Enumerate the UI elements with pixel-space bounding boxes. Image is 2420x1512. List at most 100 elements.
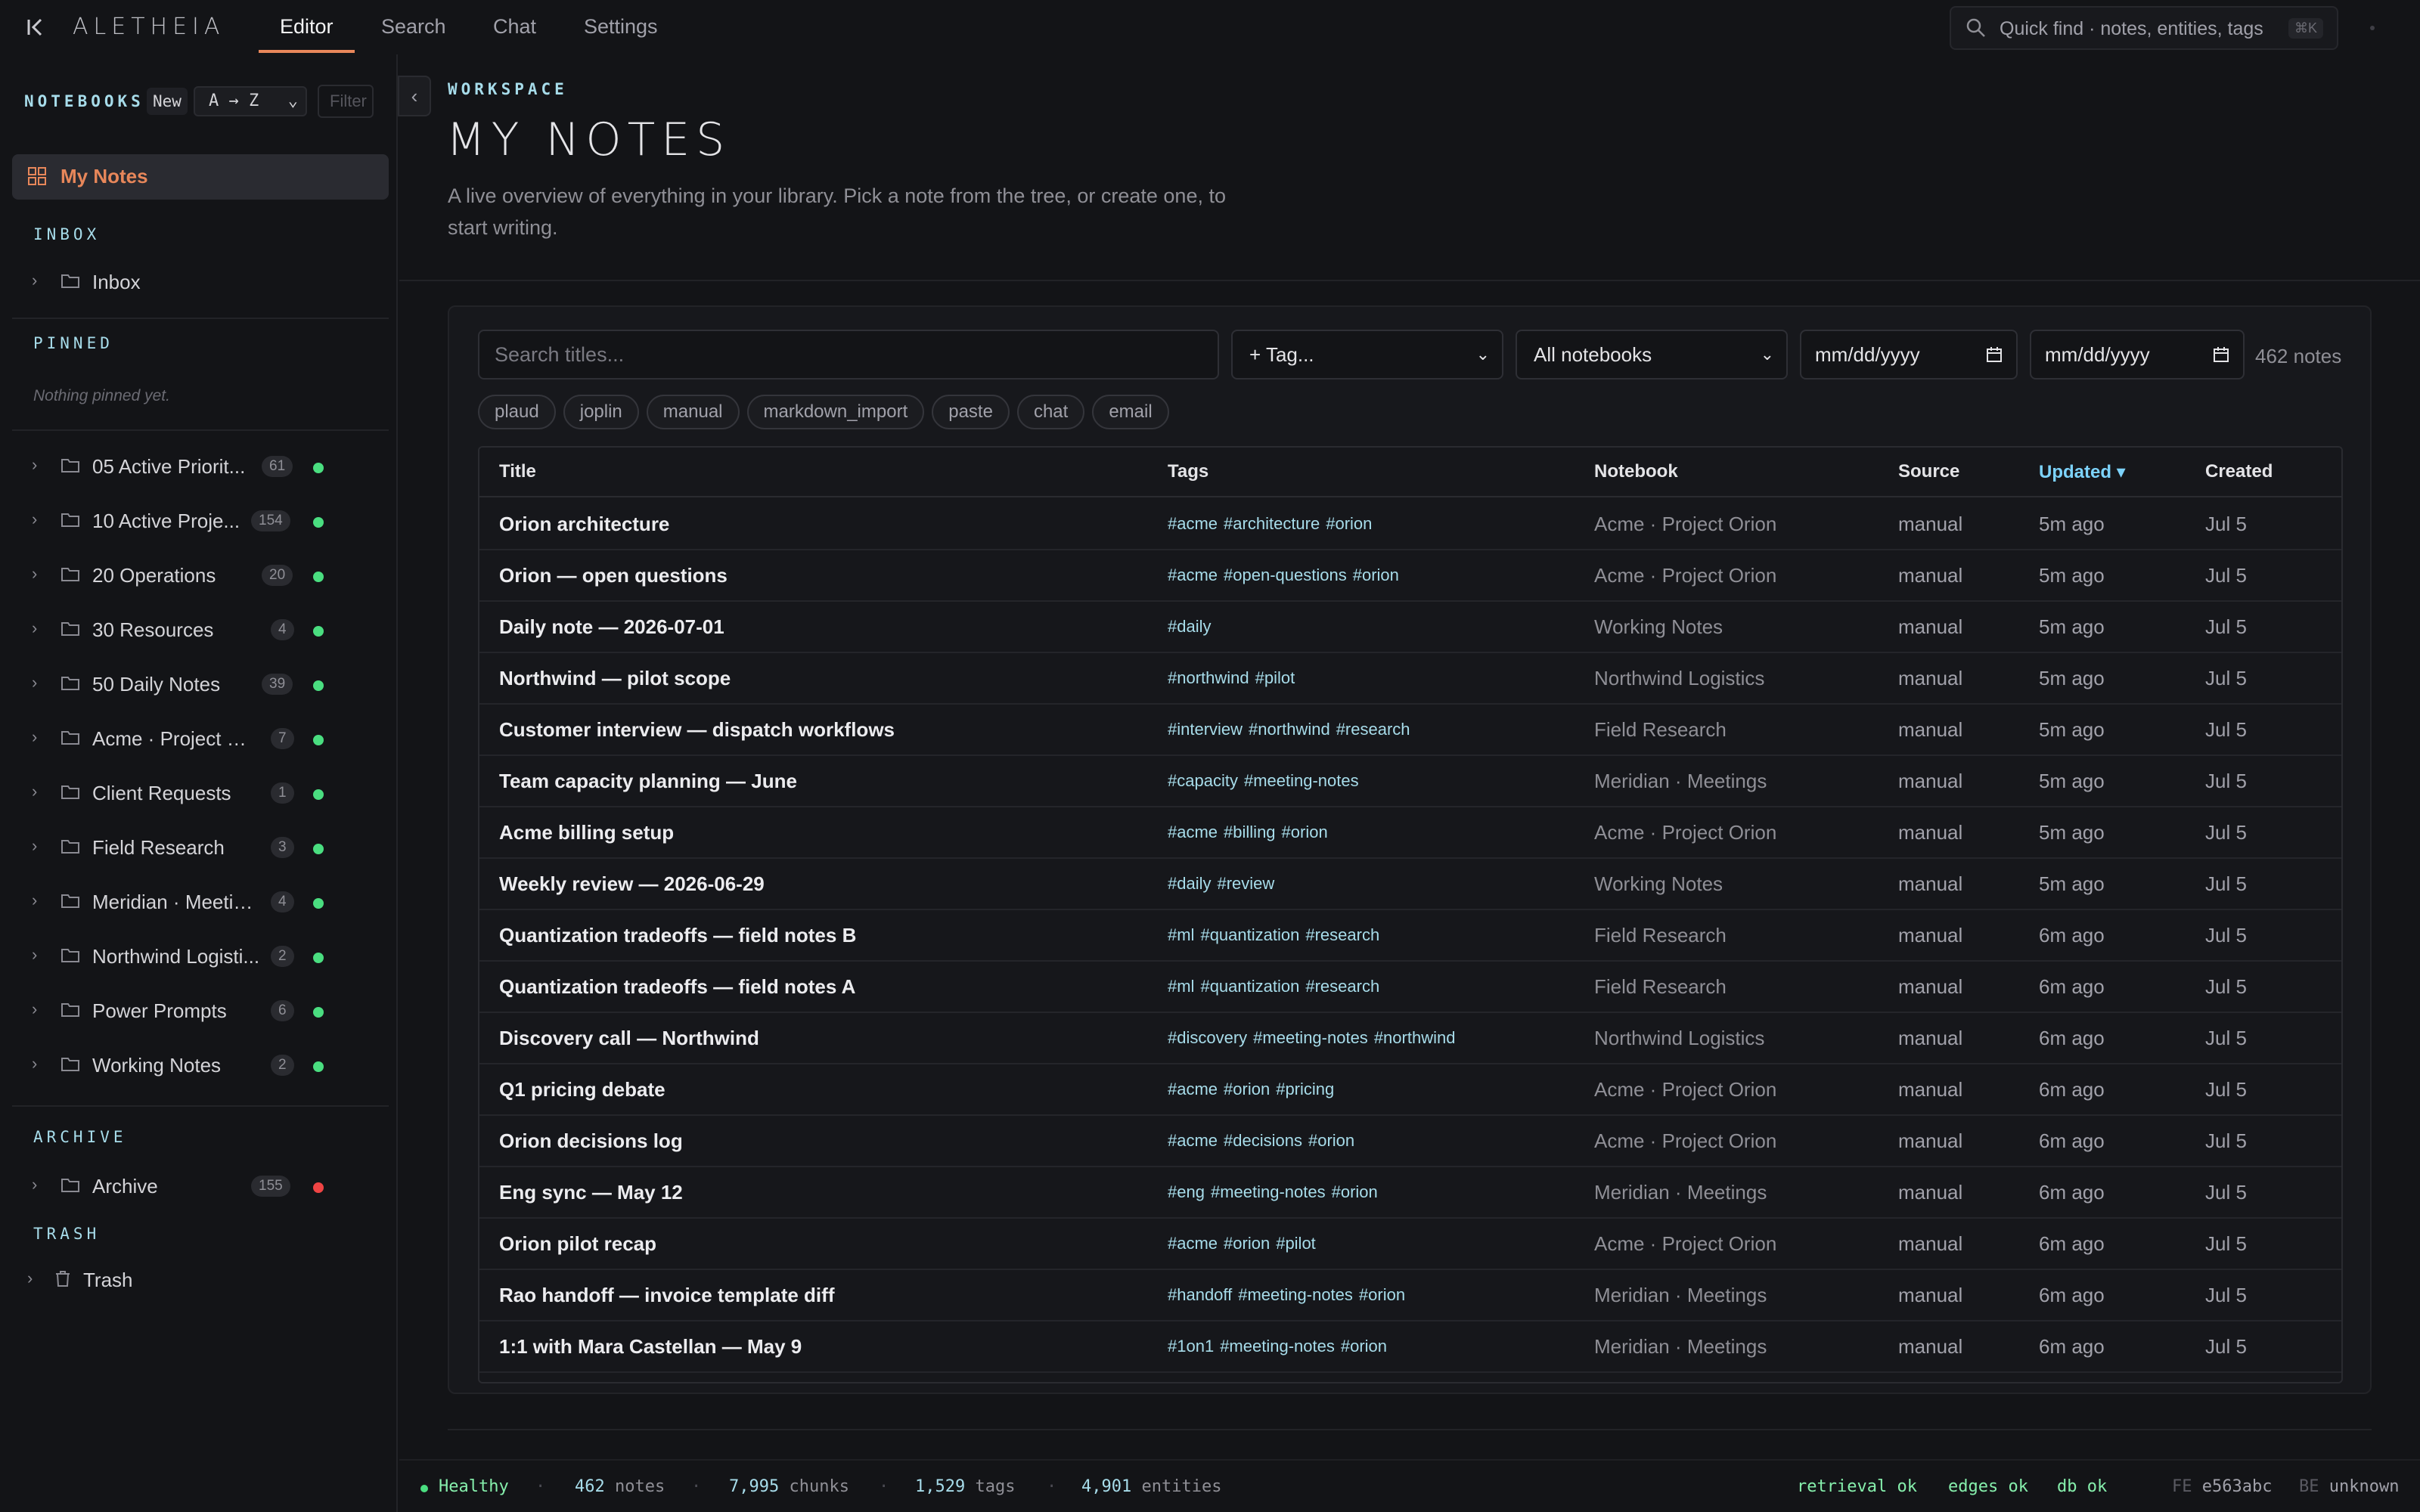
sidebar-notebook-item[interactable]: › Acme · Project Or... 7 xyxy=(0,715,393,762)
source-chip[interactable]: markdown_import xyxy=(746,395,925,429)
date-from-input[interactable]: mm/dd/yyyy xyxy=(1800,330,2018,380)
tag-link[interactable]: #capacity xyxy=(1168,771,1238,790)
tag-link[interactable]: #acme xyxy=(1168,565,1218,584)
column-header-notebook[interactable]: Notebook xyxy=(1594,461,1678,482)
tag-link[interactable]: #ml xyxy=(1168,925,1194,944)
sidebar-notebook-item[interactable]: › Meridian · Meetin... 4 xyxy=(0,878,393,925)
tag-link[interactable]: #pricing xyxy=(1276,1080,1334,1098)
tag-link[interactable]: #research xyxy=(1305,925,1379,944)
source-chip[interactable]: email xyxy=(1092,395,1169,429)
source-chip[interactable]: manual xyxy=(646,395,740,429)
table-row[interactable]: Orion decisions log #acme #decisions #orion… xyxy=(479,1116,2341,1167)
tag-link[interactable]: #meeting-notes xyxy=(1238,1285,1353,1304)
note-title[interactable]: Orion architecture xyxy=(499,513,669,536)
chevron-right-icon[interactable]: › xyxy=(32,727,37,747)
new-notebook-button[interactable]: New xyxy=(147,88,188,115)
tag-link[interactable]: #pilot xyxy=(1255,668,1295,687)
chevron-right-icon[interactable]: › xyxy=(32,891,37,910)
tag-link[interactable]: #orion xyxy=(1326,514,1372,533)
tab-search[interactable]: Search xyxy=(360,12,467,53)
tag-link[interactable]: #northwind xyxy=(1168,668,1249,687)
tag-link[interactable]: #acme xyxy=(1168,1234,1218,1253)
date-to-input[interactable]: mm/dd/yyyy xyxy=(2030,330,2245,380)
tag-link[interactable]: #ml xyxy=(1168,977,1194,996)
tag-link[interactable]: #northwind xyxy=(1374,1028,1456,1047)
tag-link[interactable]: #review xyxy=(1217,874,1274,893)
note-title[interactable]: Quantization tradeoffs — field notes B xyxy=(499,924,856,947)
note-title[interactable]: Northwind — pilot scope xyxy=(499,667,731,690)
tag-link[interactable]: #acme xyxy=(1168,514,1218,533)
note-title[interactable]: Orion decisions log xyxy=(499,1129,683,1153)
source-chip[interactable]: chat xyxy=(1016,395,1085,429)
sidebar-item-trash[interactable]: › Trash xyxy=(0,1256,393,1303)
collapse-sidebar-icon[interactable] xyxy=(24,15,48,39)
table-row[interactable]: Quantization tradeoffs — field notes B #m… xyxy=(479,910,2341,962)
sidebar-notebook-item[interactable]: › Client Requests 1 xyxy=(0,770,393,816)
chevron-right-icon[interactable]: › xyxy=(32,1054,37,1074)
tag-link[interactable]: #research xyxy=(1336,720,1410,739)
title-search-input[interactable] xyxy=(478,330,1219,380)
notebook-select[interactable]: All notebooks ⌄ xyxy=(1516,330,1788,380)
sidebar-notebook-item[interactable]: › 50 Daily Notes 39 xyxy=(0,661,393,708)
table-row[interactable]: Rao handoff — invoice template diff #hand… xyxy=(479,1270,2341,1321)
source-chip[interactable]: paste xyxy=(932,395,1010,429)
chevron-right-icon[interactable]: › xyxy=(32,945,37,965)
calendar-icon[interactable] xyxy=(2213,346,2229,363)
column-header-updated[interactable]: Updated ▾ xyxy=(2039,461,2126,483)
tag-link[interactable]: #orion xyxy=(1308,1131,1354,1150)
chevron-right-icon[interactable]: › xyxy=(32,455,37,475)
table-row[interactable]: Acme billing setup #acme #billing #orion Acm… xyxy=(479,807,2341,859)
tag-link[interactable]: #orion xyxy=(1224,1080,1270,1098)
source-chip[interactable]: joplin xyxy=(563,395,639,429)
tag-link[interactable]: #meeting-notes xyxy=(1211,1182,1326,1201)
menu-dot-icon[interactable] xyxy=(2370,26,2375,30)
column-header-source[interactable]: Source xyxy=(1898,461,1959,482)
sidebar-item-archive[interactable]: › Archive 155 xyxy=(0,1163,393,1210)
table-row[interactable]: Orion architecture #acme #architecture #ori… xyxy=(479,499,2341,550)
tag-link[interactable]: #orion xyxy=(1353,565,1399,584)
chevron-right-icon[interactable]: › xyxy=(32,564,37,584)
tag-link[interactable]: #northwind xyxy=(1249,720,1330,739)
tag-link[interactable]: #acme xyxy=(1168,1131,1218,1150)
note-title[interactable]: Rao handoff — invoice template diff xyxy=(499,1284,834,1307)
tag-link[interactable]: #open-questions xyxy=(1224,565,1347,584)
sidebar-notebook-item[interactable]: › Working Notes 2 xyxy=(0,1042,393,1089)
calendar-icon[interactable] xyxy=(1986,346,2003,363)
tag-link[interactable]: #decisions xyxy=(1224,1131,1302,1150)
tag-link[interactable]: #orion xyxy=(1224,1234,1270,1253)
sidebar-notebook-item[interactable]: › Power Prompts 6 xyxy=(0,987,393,1034)
chevron-right-icon[interactable]: › xyxy=(32,271,37,290)
note-title[interactable]: Daily note — 2026-07-01 xyxy=(499,615,724,639)
tag-link[interactable]: #meeting-notes xyxy=(1244,771,1359,790)
tag-link[interactable]: #orion xyxy=(1332,1182,1378,1201)
source-chip[interactable]: plaud xyxy=(478,395,556,429)
column-header-title[interactable]: Title xyxy=(499,461,536,482)
tag-link[interactable]: #discovery xyxy=(1168,1028,1247,1047)
note-title[interactable]: Acme billing setup xyxy=(499,821,674,844)
tag-link[interactable]: #acme xyxy=(1168,823,1218,841)
note-title[interactable]: Eng sync — May 12 xyxy=(499,1181,683,1204)
note-title[interactable]: 1:1 with Mara Castellan — May 9 xyxy=(499,1335,802,1359)
tab-chat[interactable]: Chat xyxy=(472,12,557,53)
notebook-filter-input[interactable]: Filter xyxy=(318,85,374,118)
table-row[interactable]: Northwind — pilot scope #northwind #pilot N… xyxy=(479,653,2341,705)
chevron-right-icon[interactable]: › xyxy=(32,618,37,638)
quick-find-button[interactable]: Quick find · notes, entities, tags ⌘K xyxy=(1950,6,2338,50)
sidebar-notebook-item[interactable]: › 10 Active Proje... 154 xyxy=(0,497,393,544)
tag-link[interactable]: #quantization xyxy=(1200,977,1299,996)
sidebar-item-inbox[interactable]: › Inbox xyxy=(0,259,393,305)
table-row[interactable]: Quantization tradeoffs — field notes A #m… xyxy=(479,962,2341,1013)
note-title[interactable]: Customer interview — dispatch workflows xyxy=(499,718,895,742)
sidebar-notebook-item[interactable]: › Field Research 3 xyxy=(0,824,393,871)
tag-link[interactable]: #1on1 xyxy=(1168,1337,1214,1356)
tag-link[interactable]: #daily xyxy=(1168,617,1211,636)
sidebar-notebook-item[interactable]: › Northwind Logisti... 2 xyxy=(0,933,393,980)
chevron-right-icon[interactable]: › xyxy=(32,1175,37,1194)
tag-link[interactable]: #meeting-notes xyxy=(1220,1337,1335,1356)
chevron-right-icon[interactable]: › xyxy=(27,1269,33,1288)
chevron-right-icon[interactable]: › xyxy=(32,836,37,856)
chevron-right-icon[interactable]: › xyxy=(32,510,37,529)
sidebar-notebook-item[interactable]: › 20 Operations 20 xyxy=(0,552,393,599)
tag-link[interactable]: #acme xyxy=(1168,1080,1218,1098)
sidebar-notebook-item[interactable]: › 30 Resources 4 xyxy=(0,606,393,653)
